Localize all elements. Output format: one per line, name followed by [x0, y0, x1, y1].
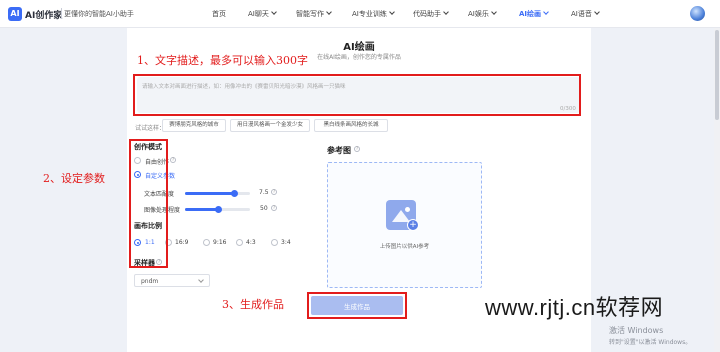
nav-item-home[interactable]: 首页: [212, 9, 226, 19]
nav-item-training[interactable]: AI专业训练: [352, 9, 395, 19]
suggestion-chip[interactable]: 赛博朋克风格的城市: [162, 119, 226, 132]
image-similarity-value: 50: [260, 205, 268, 212]
chevron-down-icon: [198, 277, 204, 283]
try-label: 试试这样：: [135, 125, 166, 132]
windows-activation-hint: 转到"设置"以激活 Windows。: [609, 339, 692, 346]
image-similarity-slider[interactable]: [185, 206, 250, 213]
radio-ratio-3-4[interactable]: [271, 239, 278, 246]
text-match-value: 7.5: [259, 189, 269, 196]
radio-ratio-4-3[interactable]: [236, 239, 243, 246]
nav-item-code[interactable]: 代码助手: [413, 9, 449, 19]
brand-logo-icon[interactable]: AI: [8, 7, 22, 21]
chevron-down-icon: [326, 9, 332, 15]
annotation-text-1: 1、文字描述，最多可以输入300字: [137, 54, 308, 67]
image-upload-icon: +: [386, 200, 419, 231]
top-nav-bar: AI AI创作家 更懂你的智能AI小助手 首页 AI聊天 智能写作 AI专业训练…: [0, 0, 720, 28]
ratio-option[interactable]: 3:4: [281, 239, 291, 246]
avatar[interactable]: [690, 6, 705, 21]
ratio-option[interactable]: 16:9: [175, 239, 188, 246]
sampler-value: pndm: [141, 278, 159, 285]
slider-thumb[interactable]: [230, 190, 238, 197]
help-icon[interactable]: ?: [354, 146, 360, 152]
brand-name[interactable]: AI创作家: [25, 8, 62, 21]
nav-item-ai-painting[interactable]: AI绘画: [519, 9, 549, 19]
radio-ratio-9-16[interactable]: [203, 239, 210, 246]
suggestion-chip[interactable]: 用日漫风格画一个金发少女: [230, 119, 310, 132]
nav-item-writing[interactable]: 智能写作: [296, 9, 332, 19]
chevron-down-icon: [389, 9, 395, 15]
plus-icon: +: [407, 219, 419, 231]
chevron-down-icon: [271, 9, 277, 15]
nav-item-voice[interactable]: AI语音: [571, 9, 600, 19]
annotation-text-2: 2、设定参数: [43, 172, 105, 185]
slider-thumb[interactable]: [214, 206, 222, 213]
annotation-box-generate: [307, 292, 407, 319]
windows-activation-title: 激活 Windows: [609, 326, 664, 335]
brand-divider: [61, 8, 62, 19]
brand-slogan: 更懂你的智能AI小助手: [64, 10, 134, 18]
help-icon[interactable]: ?: [170, 157, 176, 163]
slider-fill: [185, 208, 218, 211]
slider-fill: [185, 192, 234, 195]
scrollbar-thumb[interactable]: [715, 30, 719, 120]
sampler-select[interactable]: pndm: [134, 274, 210, 287]
mountain-shape: [392, 210, 410, 222]
text-match-slider[interactable]: [185, 190, 250, 197]
annotation-box-params: [129, 139, 168, 268]
reference-label: 参考图: [327, 146, 351, 155]
nav-item-entertainment[interactable]: AI娱乐: [468, 9, 497, 19]
annotation-text-3: 3、生成作品: [222, 298, 284, 311]
site-watermark: www.rjtj.cn软荐网: [485, 295, 664, 320]
upload-hint: 上传图片以供AI参考: [379, 244, 430, 250]
chevron-down-icon: [491, 9, 497, 15]
ratio-option[interactable]: 9:16: [213, 239, 226, 246]
chevron-down-icon: [594, 9, 600, 15]
page-title: AI绘画: [343, 42, 375, 53]
suggestion-chip[interactable]: 黑白线条画风格的长城: [314, 119, 388, 132]
nav-item-ai-chat[interactable]: AI聊天: [248, 9, 277, 19]
annotation-box-prompt: [133, 74, 581, 116]
chevron-down-icon: [443, 9, 449, 15]
chevron-down-icon: [543, 9, 549, 15]
ratio-option[interactable]: 4:3: [246, 239, 256, 246]
help-icon[interactable]: ?: [271, 189, 277, 195]
help-icon[interactable]: ?: [271, 205, 277, 211]
page-scrollbar[interactable]: [714, 28, 720, 352]
